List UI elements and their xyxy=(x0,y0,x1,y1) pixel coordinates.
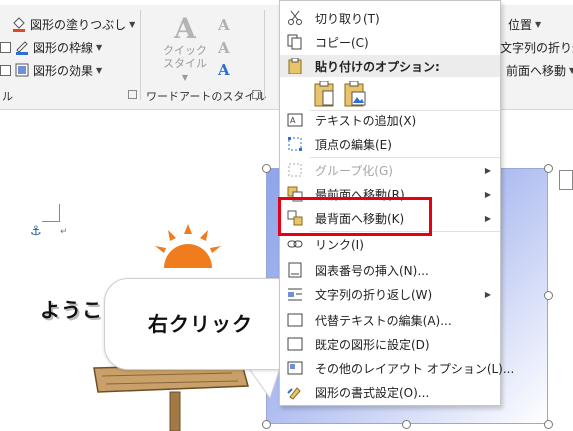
layout-icon xyxy=(287,360,303,376)
chevron-down-icon: ▼ xyxy=(181,73,189,82)
text-fill-icon[interactable]: A xyxy=(218,16,230,34)
resize-handle[interactable] xyxy=(262,420,271,429)
shape-outline-button[interactable]: 図形の枠線 ▼ xyxy=(0,37,102,57)
shape-outline-label: 図形の枠線 xyxy=(33,40,94,55)
menu-item-add-text[interactable]: A テキストの追加(X) xyxy=(280,108,500,132)
alt-text-icon xyxy=(287,312,303,328)
clipboard-icon xyxy=(287,57,303,77)
welcome-heading: ようこ xyxy=(40,298,103,322)
menu-item-set-default[interactable]: 既定の図形に設定(D) xyxy=(280,332,500,356)
shape-fill-label: 図形の塗りつぶし xyxy=(30,17,127,32)
group-icon xyxy=(287,162,303,178)
wooden-sign-illustration xyxy=(93,363,249,431)
svg-text:A: A xyxy=(290,116,296,125)
chevron-down-icon: ▼ xyxy=(535,19,542,29)
menu-item-label: テキストの追加(X) xyxy=(315,113,417,128)
chevron-right-icon: ▶ xyxy=(484,289,491,299)
chevron-down-icon: ▼ xyxy=(96,65,103,75)
scissors-icon xyxy=(287,10,303,26)
menu-item-more-layout[interactable]: その他のレイアウト オプション(L)... xyxy=(280,356,514,380)
callout-text: 右クリック xyxy=(148,312,253,336)
format-shape-icon xyxy=(287,384,303,400)
menu-item-label: 既定の図形に設定(D) xyxy=(315,337,430,352)
menu-item-label: 頂点の編集(E) xyxy=(315,137,392,152)
caption-icon xyxy=(287,262,303,278)
text-box-icon: A xyxy=(287,112,303,128)
menu-item-format-shape[interactable]: 図形の書式設定(O)... xyxy=(280,380,500,404)
chevron-down-icon: ▼ xyxy=(569,65,573,75)
shape-styles-group-label: ル xyxy=(2,90,13,103)
dialog-launcher-icon[interactable] xyxy=(252,90,261,99)
layout-options-icon[interactable] xyxy=(559,170,573,190)
bring-forward-label: 前面へ移動 xyxy=(506,63,567,78)
default-shape-icon xyxy=(287,336,303,352)
shape-effect-label: 図形の効果 xyxy=(33,63,94,78)
menu-item-insert-caption[interactable]: 図表番号の挿入(N)... xyxy=(280,258,500,282)
checkbox-icon xyxy=(0,64,11,76)
quick-style-icon: A xyxy=(174,12,196,45)
paste-keep-source-button[interactable] xyxy=(313,80,337,107)
wrap-text-icon xyxy=(287,286,303,302)
menu-item-group[interactable]: グループ化(G) ▶ xyxy=(280,158,500,182)
paste-picture-icon xyxy=(344,80,366,107)
chevron-down-icon: ▼ xyxy=(96,42,103,52)
menu-item-label: 図表番号の挿入(N)... xyxy=(315,263,429,278)
menu-item-copy[interactable]: コピー(C) xyxy=(280,30,500,54)
menu-item-cut[interactable]: 切り取り(T) xyxy=(280,6,500,30)
menu-item-edit-alt-text[interactable]: 代替テキストの編集(A)... xyxy=(280,308,500,332)
resize-handle[interactable] xyxy=(544,164,553,173)
menu-item-edit-points[interactable]: 頂点の編集(E) xyxy=(280,132,500,156)
paste-picture-button[interactable] xyxy=(343,80,367,107)
menu-item-label: グループ化(G) xyxy=(315,163,393,178)
wrap-text-button[interactable]: 文字列の折り返 xyxy=(500,37,573,57)
quick-style-button[interactable]: A クイック スタイル ▼ xyxy=(160,14,210,84)
menu-item-label: リンク(I) xyxy=(315,237,364,252)
text-outline-icon[interactable]: A xyxy=(218,39,230,57)
menu-item-label: コピー(C) xyxy=(315,35,369,50)
dialog-launcher-icon[interactable] xyxy=(128,90,137,99)
copy-icon xyxy=(287,34,303,50)
highlight-annotation xyxy=(278,197,432,236)
group-divider xyxy=(140,10,141,100)
menu-item-label: 切り取り(T) xyxy=(315,11,380,26)
resize-handle[interactable] xyxy=(262,164,271,173)
resize-handle[interactable] xyxy=(544,420,553,429)
anchor-icon[interactable]: ⚓ xyxy=(30,224,42,239)
position-label: 位置 xyxy=(508,17,533,32)
menu-item-label: 図形の書式設定(O)... xyxy=(315,385,430,400)
menu-item-label: 文字列の折り返し(W) xyxy=(315,287,433,302)
pen-outline-icon xyxy=(14,39,30,55)
quick-style-label-1: クイック xyxy=(163,44,207,57)
paste-options-label: 貼り付けのオプション: xyxy=(315,59,440,74)
wrap-text-label: 文字列の折り返 xyxy=(500,40,573,55)
ribbon-left-edge xyxy=(0,19,8,30)
resize-handle[interactable] xyxy=(544,291,553,300)
link-icon xyxy=(287,236,303,252)
text-effect-icon[interactable]: A xyxy=(218,61,230,79)
paint-bucket-icon xyxy=(11,16,27,32)
menu-item-label: 代替テキストの編集(A)... xyxy=(315,313,452,328)
edit-points-icon xyxy=(287,136,303,152)
quick-style-label-2: スタイル xyxy=(163,57,207,70)
menu-item-wrap-text[interactable]: 文字列の折り返し(W) ▶ xyxy=(280,282,500,306)
shape-fill-button[interactable]: 図形の塗りつぶし ▼ xyxy=(0,14,135,34)
resize-handle[interactable] xyxy=(402,420,411,429)
group-divider xyxy=(264,10,265,100)
chevron-right-icon: ▶ xyxy=(484,165,491,175)
position-button[interactable]: 位置 ▼ xyxy=(508,14,541,34)
chevron-right-icon: ▶ xyxy=(484,213,491,223)
chevron-down-icon: ▼ xyxy=(129,19,136,29)
wordart-group-label: ワードアートのスタイル xyxy=(146,90,267,103)
margin-corner-mark xyxy=(42,204,60,222)
bring-forward-button[interactable]: 前面へ移動 ▼ xyxy=(506,60,573,80)
shape-effect-icon xyxy=(14,62,30,78)
shape-effect-button[interactable]: 図形の効果 ▼ xyxy=(0,60,102,80)
menu-item-label: その他のレイアウト オプション(L)... xyxy=(315,361,515,376)
paragraph-mark: ↵ xyxy=(60,227,68,237)
paste-options-header: 貼り付けのオプション: xyxy=(280,55,500,77)
checkbox-icon xyxy=(0,41,11,53)
chevron-right-icon: ▶ xyxy=(484,189,491,199)
sun-illustration xyxy=(155,224,221,268)
paste-clipboard-icon xyxy=(314,80,334,107)
